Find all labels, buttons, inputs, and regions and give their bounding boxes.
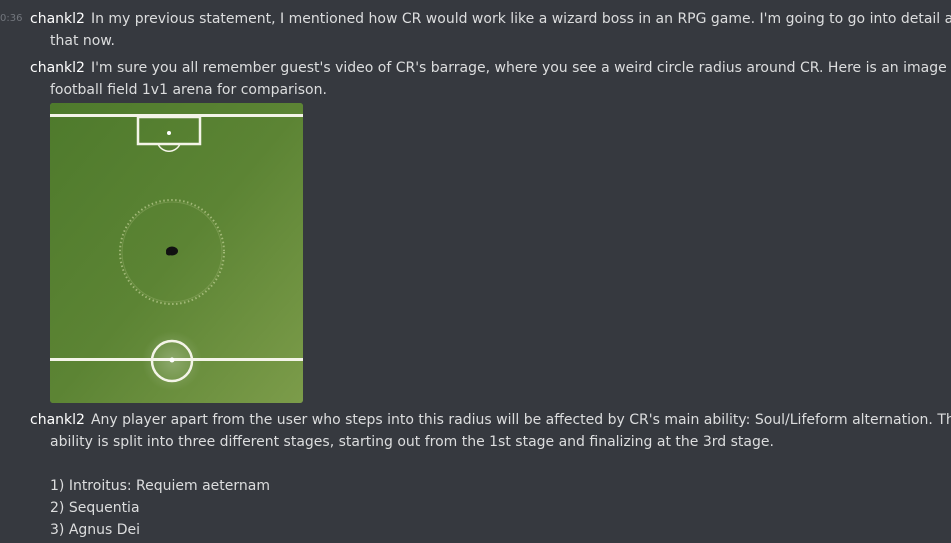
message-line: chankl2 In my previous statement, I menti… xyxy=(30,8,951,30)
message-timestamp[interactable]: 0:36 xyxy=(0,8,22,30)
message-line: chankl2 Any player apart from the user wh… xyxy=(30,409,951,431)
penalty-spot xyxy=(167,131,171,135)
message-author[interactable]: chankl2 xyxy=(30,60,85,76)
list-item: 1) Introitus: Requiem aeternam xyxy=(50,478,270,494)
message-text-continued: that now. xyxy=(50,33,115,49)
message-text: In my previous statement, I mentioned ho… xyxy=(90,11,951,27)
list-item: 2) Sequentia xyxy=(50,500,140,516)
message-text: Any player apart from the user who steps… xyxy=(90,412,951,428)
center-spot xyxy=(169,357,175,363)
message-author[interactable]: chankl2 xyxy=(30,412,85,428)
message-text-continued: football field 1v1 arena for comparison. xyxy=(50,82,327,98)
message-line: chankl2 I'm sure you all remember guest's… xyxy=(30,57,951,79)
message-text: I'm sure you all remember guest's video … xyxy=(90,60,951,76)
list-item: 3) Agnus Dei xyxy=(50,522,141,538)
message-text-continued: ability is split into three different st… xyxy=(50,434,774,450)
football-field-image xyxy=(50,103,303,403)
image-attachment[interactable] xyxy=(50,103,303,403)
message-author[interactable]: chankl2 xyxy=(30,11,85,27)
